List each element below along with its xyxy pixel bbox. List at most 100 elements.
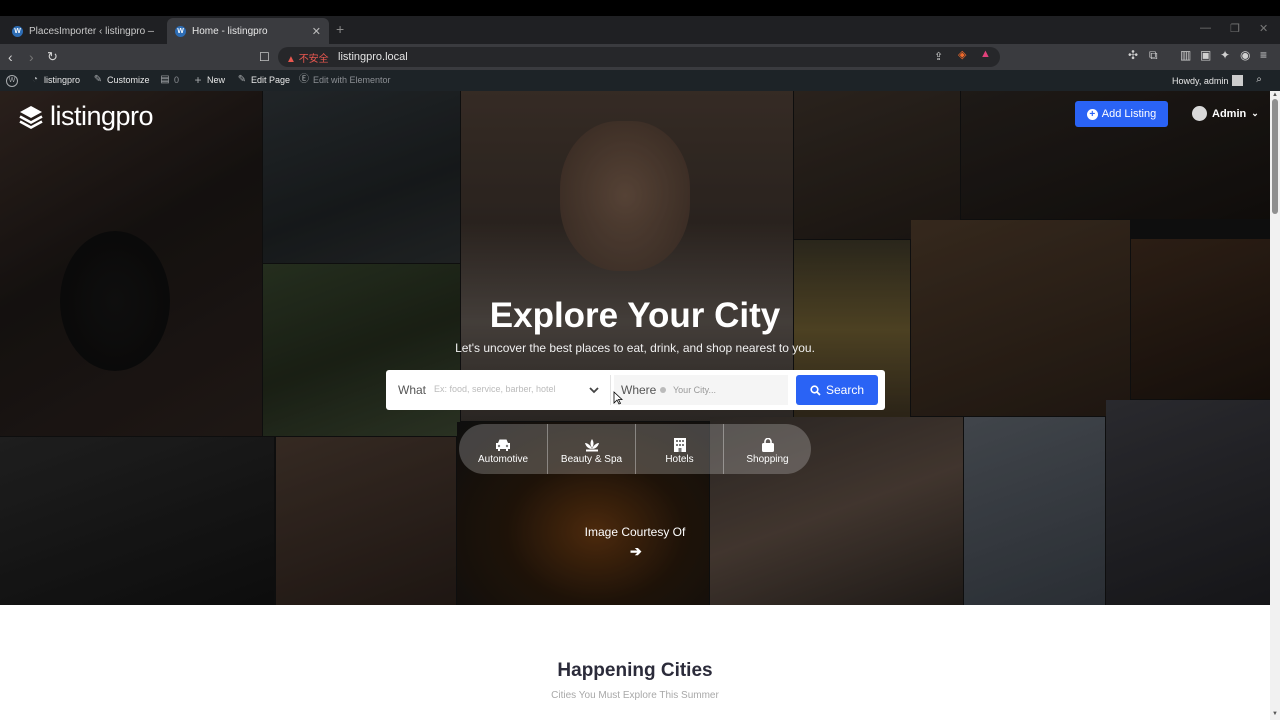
warning-icon: ▲ 不安全 xyxy=(286,54,329,65)
tab-search-icon[interactable]: ⧉ xyxy=(1149,48,1158,63)
wp-customize-label: Customize xyxy=(107,75,150,85)
avatar xyxy=(1192,106,1207,121)
restore-icon[interactable]: ❐ xyxy=(1230,22,1240,35)
section-subtitle: Cities You Must Explore This Summer xyxy=(551,690,719,701)
wordpress-icon: W xyxy=(12,25,23,37)
back-icon[interactable]: ‹ xyxy=(8,48,13,66)
site-logo[interactable]: listingpro xyxy=(18,101,154,132)
wp-account-link[interactable]: Howdy, admin xyxy=(1172,75,1244,86)
tab-label: Home - listingpro xyxy=(192,25,268,37)
what-input[interactable]: Ex: food, service, barber, hotel xyxy=(434,384,556,394)
dashboard-icon: ◔ xyxy=(31,74,39,85)
chevron-down-icon[interactable] xyxy=(588,384,600,396)
car-icon xyxy=(496,439,510,451)
search-button-label: Search xyxy=(825,383,865,397)
plus-icon: + xyxy=(194,73,202,87)
wp-new-label: New xyxy=(207,75,226,85)
category-label: Shopping xyxy=(746,454,789,465)
extensions-icon[interactable]: ✣ xyxy=(1128,48,1138,62)
location-dot-icon xyxy=(660,387,666,393)
category-bar: Automotive Beauty & Spa Hotels Shopping xyxy=(459,424,811,474)
logo-text: listingpro xyxy=(50,101,154,131)
url-text: listingpro.local xyxy=(338,51,408,63)
hero-title: Explore Your City xyxy=(489,296,781,335)
search-divider xyxy=(610,375,611,405)
where-input[interactable]: Your City... xyxy=(673,385,716,395)
brave-shield-icon[interactable]: ◈ xyxy=(958,48,966,61)
bookmark-icon[interactable]: ☐ xyxy=(259,48,270,66)
reload-icon[interactable]: ↻ xyxy=(47,48,58,66)
wp-customize-link[interactable]: ✎ Customize xyxy=(93,74,150,86)
screen-top-strip xyxy=(0,0,1280,16)
wp-comments-count: 0 xyxy=(174,75,180,85)
wp-new-link[interactable]: + New xyxy=(193,73,226,87)
lotus-icon xyxy=(584,439,599,452)
pencil-icon: ✎ xyxy=(237,74,247,85)
hero-section: listingpro + Add Listing Admin ⌄ Explore… xyxy=(0,91,1270,605)
wp-admin-bar: W ◔ listingpro ✎ Customize ▤ 0 + New ✎ Edit P… xyxy=(0,70,1280,91)
search-button[interactable]: Search xyxy=(796,375,878,405)
scroll-down-icon[interactable]: ▼ xyxy=(1272,711,1278,717)
user-name: Admin xyxy=(1212,107,1247,120)
vpn-icon[interactable]: ◉ xyxy=(1240,48,1250,62)
scroll-up-icon[interactable]: ▲ xyxy=(1272,92,1278,98)
add-listing-button[interactable]: + Add Listing xyxy=(1075,101,1168,127)
chevron-down-icon: ⌄ xyxy=(1251,108,1259,118)
add-listing-label: Add Listing xyxy=(1101,108,1157,120)
category-label: Hotels xyxy=(665,454,694,465)
scrollbar-thumb[interactable] xyxy=(1272,99,1278,214)
wp-comments-link[interactable]: ▤ 0 xyxy=(160,74,180,86)
happening-cities-section: Happening Cities Cities You Must Explore… xyxy=(0,605,1270,720)
brave-rewards-icon[interactable]: ▲ xyxy=(980,48,991,60)
building-icon xyxy=(673,438,686,452)
wp-elementor-label: Edit with Elementor xyxy=(313,75,391,85)
leo-icon[interactable]: ✦ xyxy=(1220,48,1230,62)
new-tab-icon[interactable]: + xyxy=(336,21,344,37)
category-label: Beauty & Spa xyxy=(560,454,623,465)
wp-site-name: listingpro xyxy=(44,75,81,85)
share-icon[interactable]: ⇪ xyxy=(934,50,943,63)
close-tab-icon[interactable]: ✕ xyxy=(312,25,321,38)
category-automotive[interactable]: Automotive xyxy=(459,424,547,474)
image-courtesy: Image Courtesy Of xyxy=(584,525,686,539)
arrow-right-icon[interactable]: ➔ xyxy=(630,543,642,560)
user-menu[interactable]: Admin ⌄ xyxy=(1192,106,1259,121)
elementor-icon: Ⓔ xyxy=(299,74,309,85)
menu-icon[interactable]: ≡ xyxy=(1260,48,1267,62)
brush-icon: ✎ xyxy=(93,74,103,85)
plus-circle-icon: + xyxy=(1086,108,1098,120)
tab-label: PlacesImporter ‹ listingpro — Wor xyxy=(29,25,154,37)
category-hotels[interactable]: Hotels xyxy=(635,424,723,474)
wp-edit-page-label: Edit Page xyxy=(251,75,291,85)
wp-search-icon[interactable]: ⌕ xyxy=(1254,75,1268,85)
search-icon xyxy=(810,384,821,396)
what-label: What xyxy=(398,383,427,397)
category-shopping[interactable]: Shopping xyxy=(723,424,811,474)
category-beauty-spa[interactable]: Beauty & Spa xyxy=(547,424,635,474)
comment-icon: ▤ xyxy=(160,74,170,85)
where-label: Where xyxy=(621,383,657,397)
wp-logo-icon[interactable]: W xyxy=(6,75,22,87)
tab-home[interactable]: W Home - listingpro ✕ xyxy=(167,18,329,44)
search-form: What Ex: food, service, barber, hotel Wh… xyxy=(386,370,885,410)
page-scrollbar[interactable]: ▲ ▼ xyxy=(1270,91,1280,720)
wallet-icon[interactable]: ▣ xyxy=(1200,48,1211,62)
sidebar-icon[interactable]: ▥ xyxy=(1180,48,1191,62)
security-warning: 不安全 xyxy=(298,54,329,65)
category-label: Automotive xyxy=(477,454,529,465)
wp-elementor-link[interactable]: Ⓔ Edit with Elementor xyxy=(299,74,391,86)
tab-placesimporter[interactable]: W PlacesImporter ‹ listingpro — Wor xyxy=(4,18,162,44)
close-window-icon[interactable]: ✕ xyxy=(1259,22,1268,35)
browser-toolbar: ‹ › ↻ ☐ ▲ 不安全 listingpro.local ⇪ ◈ ▲ ✣ ⧉… xyxy=(0,44,1280,70)
layers-icon xyxy=(19,105,43,129)
minimize-icon[interactable]: — xyxy=(1200,22,1211,34)
bag-icon xyxy=(761,438,774,452)
wp-site-link[interactable]: ◔ listingpro xyxy=(30,74,81,86)
wp-edit-page-link[interactable]: ✎ Edit Page xyxy=(237,74,291,86)
wp-avatar xyxy=(1232,75,1244,86)
address-bar[interactable]: ▲ 不安全 listingpro.local ⇪ xyxy=(278,47,1000,67)
wp-howdy: Howdy, admin xyxy=(1172,75,1229,86)
hero-subtitle: Let's uncover the best places to eat, dr… xyxy=(455,341,815,355)
wordpress-icon: W xyxy=(175,25,186,37)
forward-icon[interactable]: › xyxy=(29,48,34,66)
